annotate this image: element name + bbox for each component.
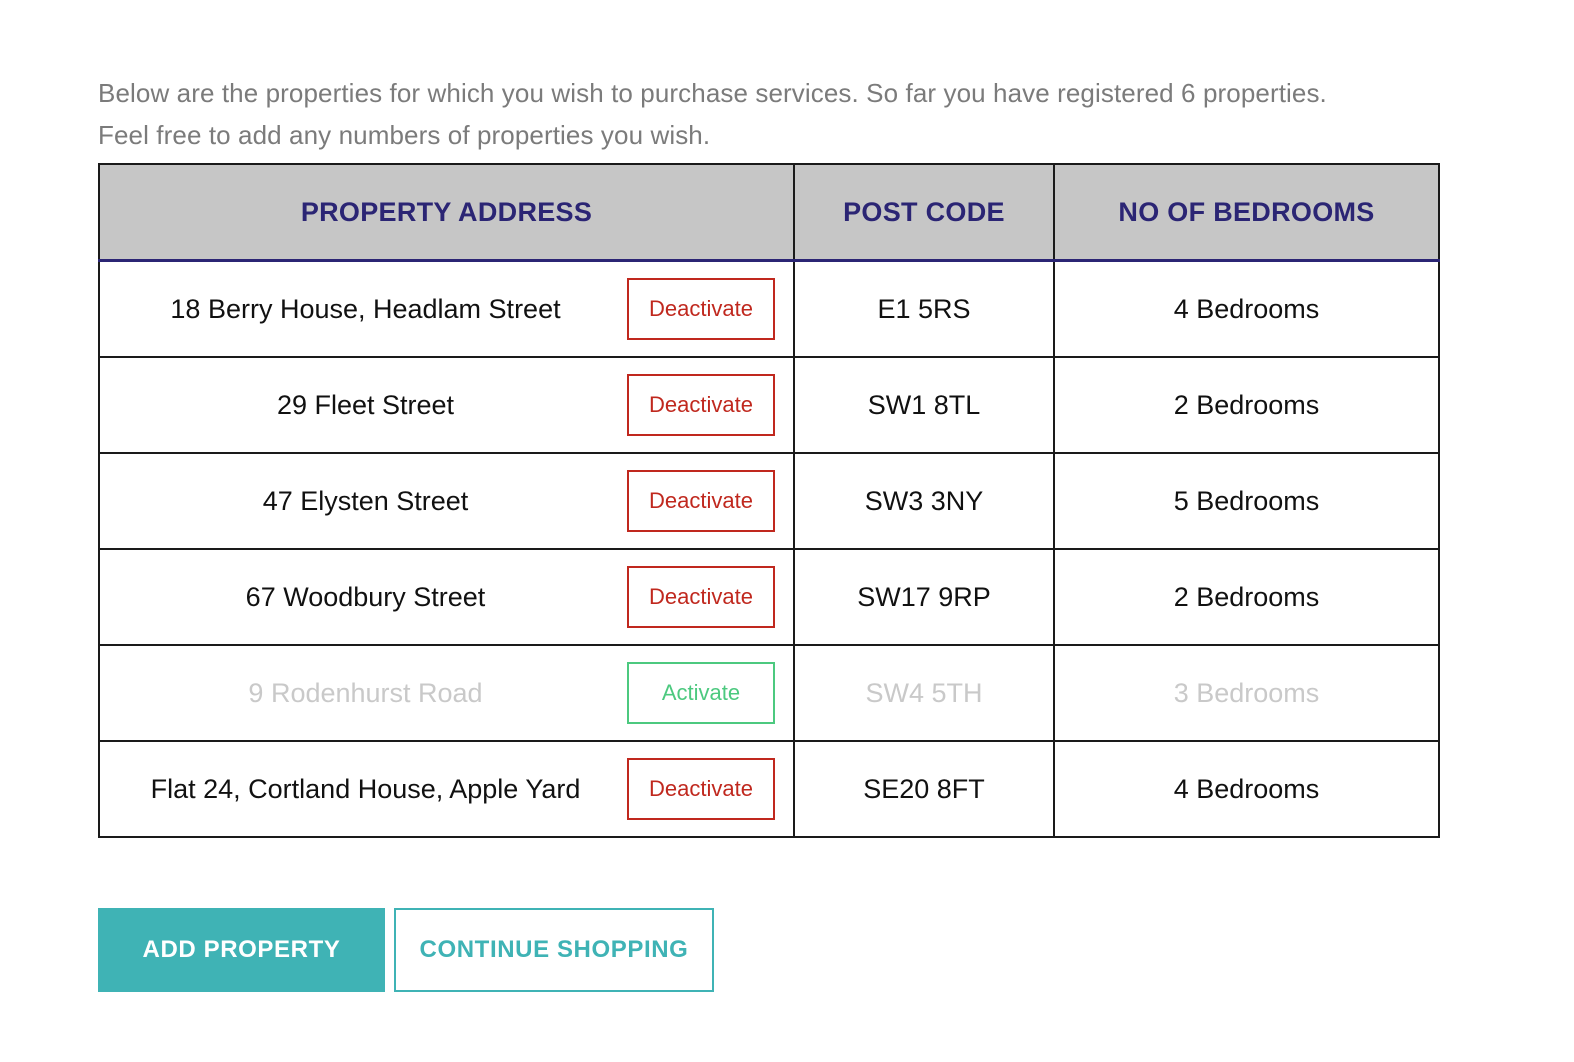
cell-post-code: SW17 9RP [793,548,1055,646]
cell-property-address: 29 Fleet Street Deactivate [98,356,795,454]
deactivate-button[interactable]: Deactivate [627,758,775,820]
cell-property-address: 47 Elysten Street Deactivate [98,452,795,550]
continue-shopping-button[interactable]: CONTINUE SHOPPING [394,908,714,992]
cell-post-code: SW4 5TH [793,644,1055,742]
cell-property-address: 18 Berry House, Headlam Street Deactivate [98,259,795,358]
address-cell-content: Flat 24, Cortland House, Apple Yard Deact… [100,742,793,836]
deactivate-button[interactable]: Deactivate [627,278,775,340]
cell-no-of-bedrooms: 4 Bedrooms [1053,259,1440,358]
table-row: Flat 24, Cortland House, Apple Yard Deact… [98,740,1440,838]
add-property-button[interactable]: ADD PROPERTY [98,908,385,992]
cell-post-code: E1 5RS [793,259,1055,358]
table-row: 29 Fleet Street Deactivate SW1 8TL 2 Bedroo… [98,356,1440,454]
cell-no-of-bedrooms: 3 Bedrooms [1053,644,1440,742]
cell-post-code: SW1 8TL [793,356,1055,454]
action-bar: ADD PROPERTY CONTINUE SHOPPING [98,908,714,992]
property-address-text: 29 Fleet Street [276,389,455,420]
cell-post-code: SW3 3NY [793,452,1055,550]
deactivate-button[interactable]: Deactivate [627,374,775,436]
property-address-text: 9 Rodenhurst Road [248,677,483,708]
address-cell-content: 67 Woodbury Street Deactivate [100,550,793,644]
deactivate-button[interactable]: Deactivate [627,566,775,628]
table-header-row: PROPERTY ADDRESS POST CODE NO OF BEDROOM… [98,163,1440,262]
address-cell-content: 29 Fleet Street Deactivate [100,358,793,452]
cell-post-code: SE20 8FT [793,740,1055,838]
table-body: 18 Berry House, Headlam Street Deactivate… [98,259,1440,838]
table-row: 67 Woodbury Street Deactivate SW17 9RP 2 Be… [98,548,1440,646]
property-address-text: 18 Berry House, Headlam Street [170,293,561,324]
column-header-property-address: PROPERTY ADDRESS [98,163,795,262]
deactivate-button[interactable]: Deactivate [627,470,775,532]
column-header-post-code: POST CODE [793,163,1055,262]
cell-no-of-bedrooms: 2 Bedrooms [1053,356,1440,454]
column-header-no-of-bedrooms: NO OF BEDROOMS [1053,163,1440,262]
table-row: 18 Berry House, Headlam Street Deactivate… [98,259,1440,358]
cell-property-address: 9 Rodenhurst Road Activate [98,644,795,742]
cell-property-address: 67 Woodbury Street Deactivate [98,548,795,646]
property-list-page: Below are the properties for which you w… [0,0,1574,1062]
cell-no-of-bedrooms: 2 Bedrooms [1053,548,1440,646]
table-row: 47 Elysten Street Deactivate SW3 3NY 5 Bedr… [98,452,1440,550]
address-cell-content: 47 Elysten Street Deactivate [100,454,793,548]
intro-paragraph: Below are the properties for which you w… [98,78,1327,150]
activate-button[interactable]: Activate [627,662,775,724]
property-address-text: 67 Woodbury Street [245,581,486,612]
table-head: PROPERTY ADDRESS POST CODE NO OF BEDROOM… [98,163,1440,262]
address-cell-content: 18 Berry House, Headlam Street Deactivate [100,262,793,356]
cell-no-of-bedrooms: 4 Bedrooms [1053,740,1440,838]
property-address-text: Flat 24, Cortland House, Apple Yard [150,773,581,804]
address-cell-content: 9 Rodenhurst Road Activate [100,646,793,740]
table-row: 9 Rodenhurst Road Activate SW4 5TH 3 Bedroo… [98,644,1440,742]
property-address-text: 47 Elysten Street [262,485,469,516]
cell-no-of-bedrooms: 5 Bedrooms [1053,452,1440,550]
cell-property-address: Flat 24, Cortland House, Apple Yard Deact… [98,740,795,838]
properties-table: PROPERTY ADDRESS POST CODE NO OF BEDROOM… [98,163,1440,838]
